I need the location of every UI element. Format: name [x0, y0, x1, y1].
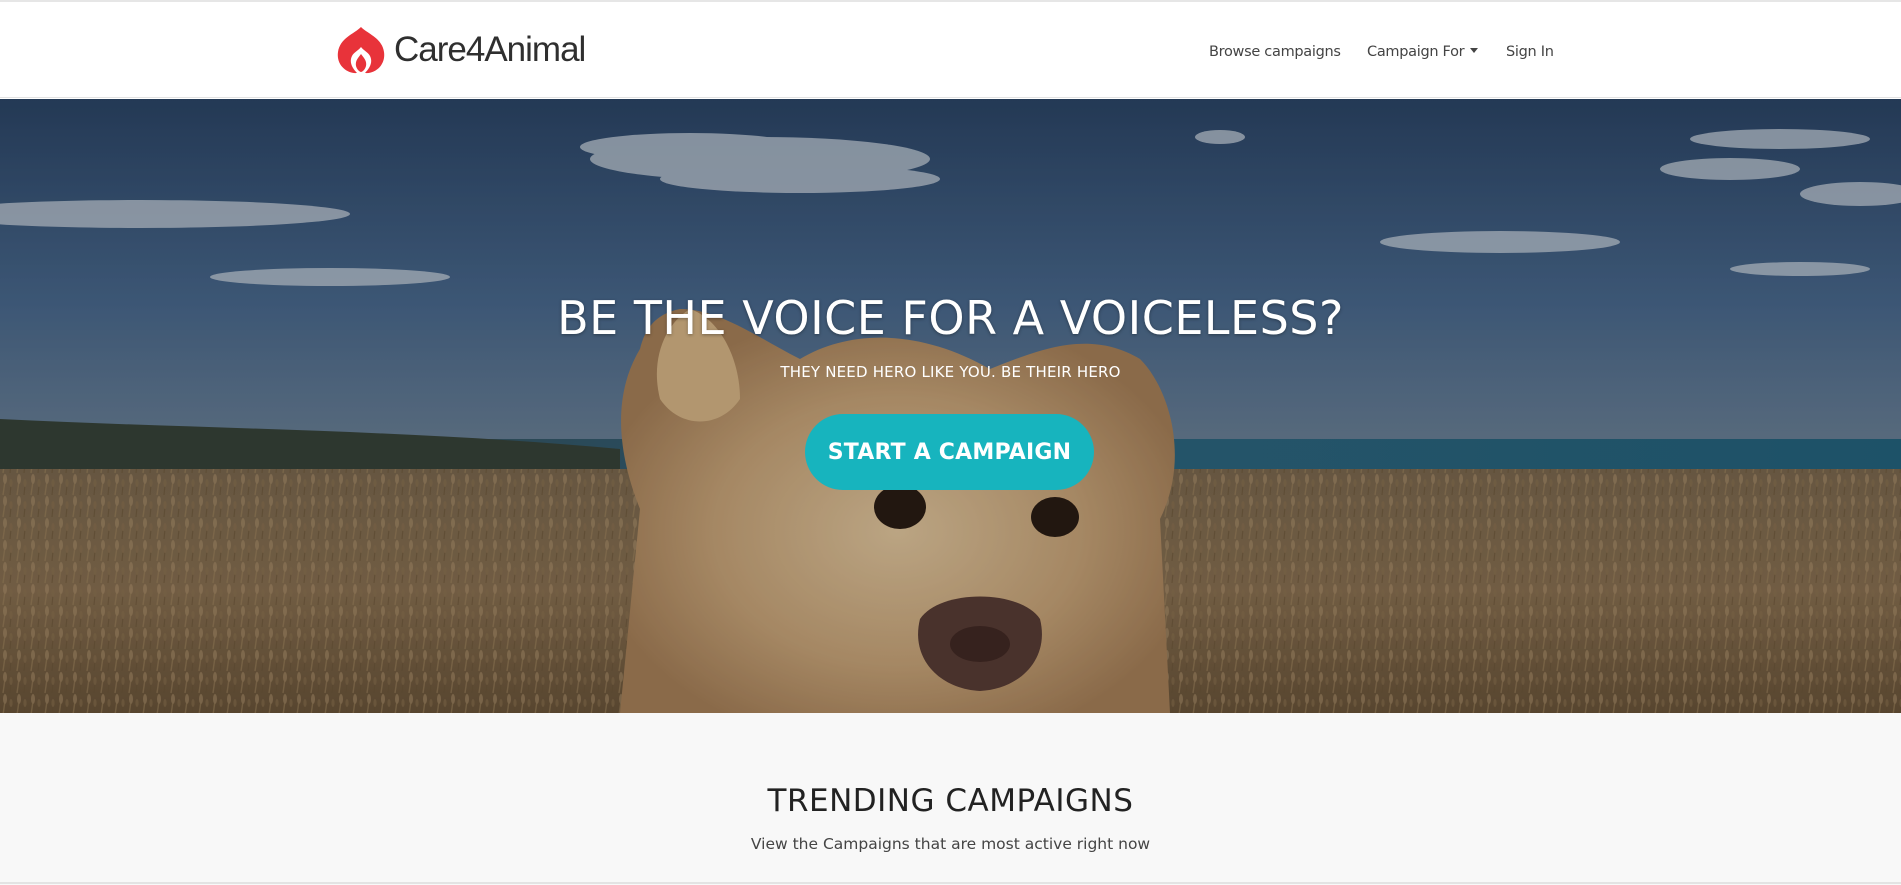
hero-title: BE THE VOICE FOR A VOICELESS? [557, 291, 1344, 345]
navbar: Care4Animal Browse campaigns Campaign Fo… [0, 2, 1901, 98]
section-divider [0, 882, 1901, 884]
nav-links: Browse campaigns Campaign For Sign In [0, 44, 1901, 64]
trending-subtitle: View the Campaigns that are most active … [750, 835, 1151, 853]
nav-sign-in[interactable]: Sign In [1506, 44, 1554, 60]
nav-campaign-for-label: Campaign For [1367, 44, 1465, 60]
hero-subtitle: THEY NEED HERO LIKE YOU. BE THEIR HERO [780, 363, 1121, 381]
trending-section: TRENDING CAMPAIGNS View the Campaigns th… [0, 713, 1901, 885]
hero-overlay [0, 99, 1901, 713]
nav-campaign-for-dropdown[interactable]: Campaign For [1367, 44, 1479, 60]
hero-section: BE THE VOICE FOR A VOICELESS? THEY NEED … [0, 99, 1901, 713]
trending-title: TRENDING CAMPAIGNS [767, 783, 1134, 819]
nav-browse-campaigns[interactable]: Browse campaigns [1209, 44, 1341, 60]
start-campaign-button[interactable]: START A CAMPAIGN [805, 414, 1094, 490]
caret-down-icon [1470, 47, 1479, 53]
